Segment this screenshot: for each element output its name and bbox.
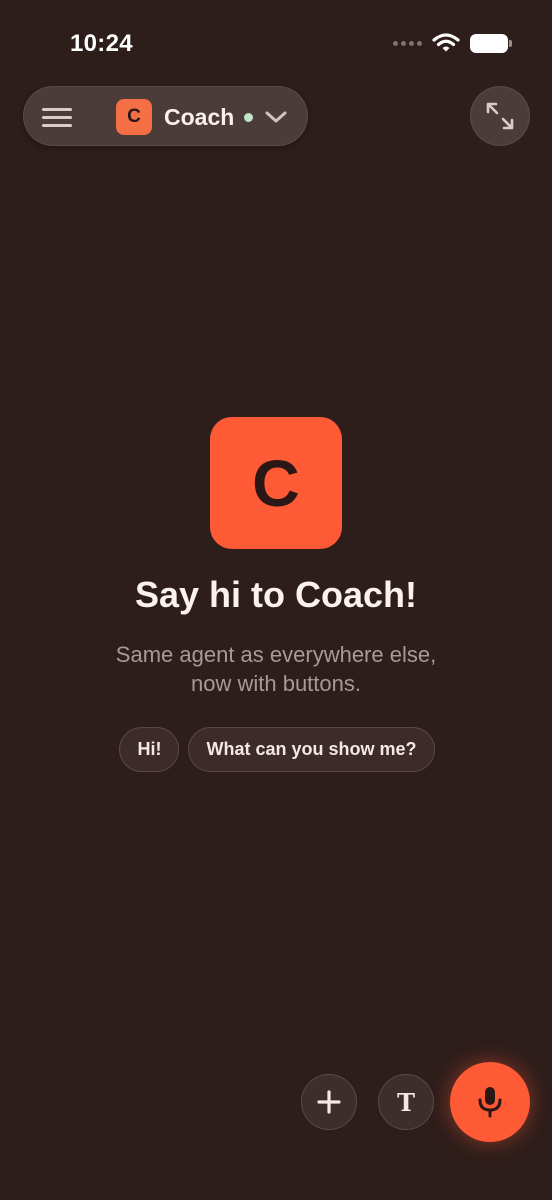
status-time: 10:24 xyxy=(70,30,133,57)
text-mode-button[interactable]: T xyxy=(378,1074,434,1130)
welcome-title: Say hi to Coach! xyxy=(134,574,418,615)
microphone-icon xyxy=(478,1087,502,1118)
online-status-dot xyxy=(244,112,254,122)
agent-logo: C xyxy=(210,417,342,549)
wifi-icon xyxy=(432,33,460,52)
welcome-subtitle: Same agent as everywhere else, now with … xyxy=(0,640,552,698)
microphone-button[interactable] xyxy=(450,1062,530,1142)
agent-switcher[interactable]: C Coach xyxy=(116,97,301,137)
agent-avatar: C xyxy=(116,99,152,135)
suggestion-chips: Hi! What can you show me? xyxy=(0,727,552,772)
subtitle-line: Same agent as everywhere else, xyxy=(115,642,437,667)
chevron-down-icon xyxy=(265,110,287,124)
expand-button[interactable] xyxy=(470,86,530,146)
signal-dots-icon xyxy=(393,40,422,46)
agent-name: Coach xyxy=(164,103,235,130)
chat-screen: 10:24 C Coach C Say hi to Coach! Same ag… xyxy=(0,0,552,1200)
plus-icon xyxy=(317,1090,341,1114)
status-icons xyxy=(393,33,512,53)
add-button[interactable] xyxy=(301,1074,357,1130)
battery-icon xyxy=(470,33,512,53)
suggestion-chip-hi[interactable]: Hi! xyxy=(119,727,180,772)
expand-arrows-icon xyxy=(486,102,514,130)
subtitle-line: now with buttons. xyxy=(191,671,361,696)
hamburger-menu-icon[interactable] xyxy=(40,103,74,131)
agent-header-pill: C Coach xyxy=(23,86,308,146)
suggestion-chip-show-me[interactable]: What can you show me? xyxy=(188,727,435,772)
text-mode-label: T xyxy=(397,1087,415,1117)
